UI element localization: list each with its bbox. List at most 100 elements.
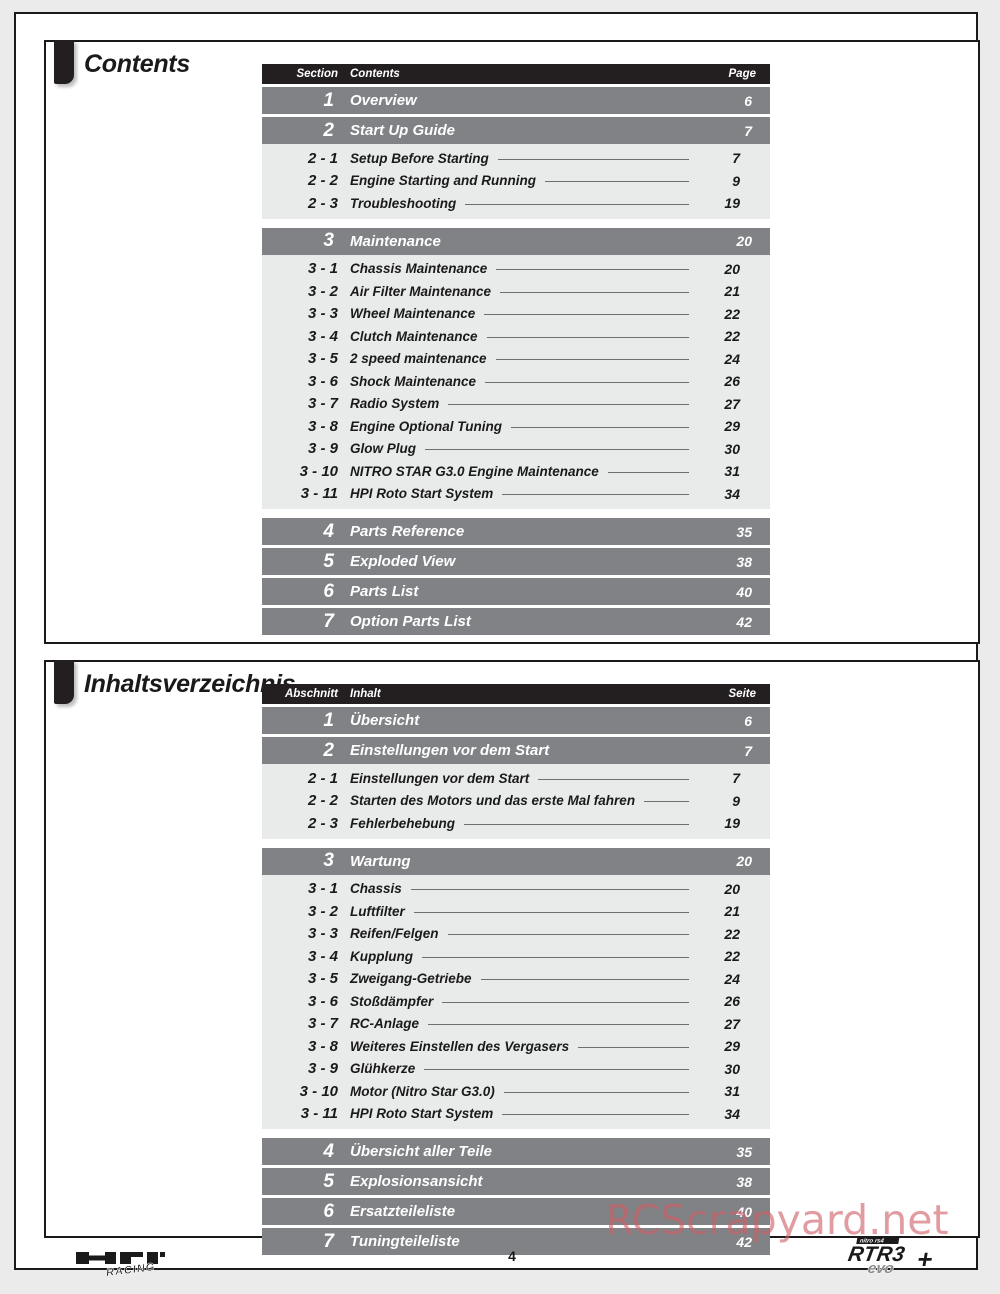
- toc-row-title-text: Troubleshooting: [350, 195, 457, 211]
- section-tab-marker-icon: [54, 40, 74, 84]
- toc-row-title: RC-Anlage: [348, 1016, 698, 1031]
- toc-subsection-row[interactable]: 3 - 1 Chassis Maintenance 20: [262, 258, 770, 281]
- toc-subsection-row[interactable]: 3 - 11 HPI Roto Start System 34: [262, 483, 770, 506]
- toc-row-section-number: 2 - 3: [307, 194, 338, 212]
- toc-subsection-row[interactable]: 3 - 10 NITRO STAR G3.0 Engine Maintenance…: [262, 460, 770, 483]
- toc-subsection-row[interactable]: 3 - 11 HPI Roto Start System 34: [262, 1103, 770, 1126]
- toc-row-title-text: 2 speed maintenance: [350, 351, 487, 367]
- toc-subsection-row[interactable]: 3 - 5 Zweigang-Getriebe 24: [262, 968, 770, 991]
- toc-row-title: Übersicht: [348, 712, 698, 729]
- toc-row-page-number: 7: [744, 742, 752, 759]
- toc-subsection-row[interactable]: 3 - 9 Glühkerze 30: [262, 1058, 770, 1081]
- toc-row-page-number: 6: [744, 712, 752, 729]
- toc-subsection-row[interactable]: 2 - 2 Starten des Motors und das erste Ma…: [262, 790, 770, 813]
- toc-leader-line: [486, 336, 689, 338]
- toc-subsection-row[interactable]: 2 - 1 Einstellungen vor dem Start 7: [262, 767, 770, 790]
- toc-row-section-number: 3 - 8: [307, 417, 338, 435]
- toc-section-row[interactable]: 2 Start Up Guide 7: [262, 117, 770, 144]
- toc-subsection-row[interactable]: 3 - 8 Engine Optional Tuning 29: [262, 415, 770, 438]
- toc-subsection-row[interactable]: 3 - 5 2 speed maintenance 24: [262, 348, 770, 371]
- toc-subsection-row[interactable]: 2 - 2 Engine Starting and Running 9: [262, 170, 770, 193]
- toc-section-row[interactable]: 3 Maintenance 20: [262, 227, 770, 255]
- toc-row-section-number: 3: [323, 230, 334, 251]
- toc-row-section-number: 2: [323, 739, 334, 761]
- toc-row-page-number: 35: [736, 523, 752, 540]
- toc-row-title: Glühkerze: [348, 1061, 698, 1076]
- toc-leader-line: [538, 778, 689, 780]
- toc-row-title-text: Motor (Nitro Star G3.0): [350, 1083, 495, 1099]
- toc-section-row[interactable]: 7 Option Parts List 42: [262, 608, 770, 635]
- toc-subsection-row[interactable]: 2 - 3 Fehlerbehebung 19: [262, 812, 770, 835]
- toc-row-title: Setup Before Starting: [348, 151, 698, 166]
- toc-row-section-number: 3 - 4: [307, 947, 338, 965]
- toc-subsection-row[interactable]: 3 - 6 Stoßdämpfer 26: [262, 990, 770, 1013]
- toc-row-title-text: Wheel Maintenance: [350, 306, 476, 322]
- toc-row-page-number: 34: [724, 1105, 740, 1122]
- toc-section-row[interactable]: 6 Parts List 40: [262, 578, 770, 605]
- toc-header-contents: Contents: [348, 68, 698, 80]
- toc-row-title: Maintenance: [348, 233, 698, 250]
- toc-row-section-number: 3: [323, 850, 334, 871]
- toc-row-section-number: 2 - 2: [307, 792, 338, 810]
- toc-subsection-row[interactable]: 2 - 1 Setup Before Starting 7: [262, 147, 770, 170]
- toc-row-title-text: Luftfilter: [350, 903, 405, 919]
- toc-subsection-row[interactable]: 3 - 10 Motor (Nitro Star G3.0) 31: [262, 1080, 770, 1103]
- toc-row-section-number: 3 - 9: [307, 440, 338, 458]
- toc-row-title: Shock Maintenance: [348, 374, 698, 389]
- toc-leader-line: [497, 158, 689, 160]
- toc-section-row[interactable]: 4 Parts Reference 35: [262, 518, 770, 545]
- toc-row-section-number: 7: [323, 610, 334, 632]
- toc-row-title: Radio System: [348, 396, 698, 411]
- toc-subsection-row[interactable]: 3 - 3 Wheel Maintenance 22: [262, 303, 770, 326]
- toc-row-title-text: Zweigang-Getriebe: [350, 971, 472, 987]
- toc-row-section-number: 2: [323, 119, 334, 141]
- toc-subsection-row[interactable]: 2 - 3 Troubleshooting 19: [262, 192, 770, 215]
- toc-row-page-number: 20: [736, 853, 752, 869]
- toc-row-page-number: 29: [724, 418, 740, 435]
- toc-subsection-row[interactable]: 3 - 8 Weiteres Einstellen des Vergasers 29: [262, 1035, 770, 1058]
- toc-leader-line: [607, 471, 689, 473]
- toc-row-title: Parts List: [348, 583, 698, 600]
- toc-row-title-text: Engine Starting and Running: [350, 173, 536, 189]
- toc-header-contents-label: Inhalt: [350, 688, 381, 700]
- contents-panel-english: Contents Section Contents Page 1 Overview 6 2 S…: [44, 40, 980, 644]
- toc-section-row[interactable]: 1 Übersicht 6: [262, 707, 770, 734]
- toc-subsection-row[interactable]: 3 - 6 Shock Maintenance 26: [262, 370, 770, 393]
- toc-subsection-row[interactable]: 3 - 4 Kupplung 22: [262, 945, 770, 968]
- toc-leader-line: [644, 801, 689, 803]
- toc-row-section-number: 3 - 9: [307, 1060, 338, 1078]
- toc-subsection-row[interactable]: 3 - 2 Luftfilter 21: [262, 900, 770, 923]
- toc-subsection-row[interactable]: 3 - 7 RC-Anlage 27: [262, 1013, 770, 1036]
- toc-section-row[interactable]: 2 Einstellungen vor dem Start 7: [262, 737, 770, 764]
- toc-subsection-row[interactable]: 3 - 7 Radio System 27: [262, 393, 770, 416]
- toc-leader-line: [511, 426, 689, 428]
- toc-header-page: Page: [728, 68, 757, 80]
- page-footer: RACING 4 nitro rs4 RTR3 evo +: [44, 1236, 980, 1282]
- toc-subsection-row[interactable]: 3 - 3 Reifen/Felgen 22: [262, 923, 770, 946]
- toc-section-row[interactable]: 6 Ersatzteileliste 40: [262, 1198, 770, 1225]
- toc-row-section-number: 6: [323, 580, 334, 602]
- toc-row-title: Einstellungen vor dem Start: [348, 742, 698, 759]
- section-tab-marker-icon: [54, 660, 74, 704]
- toc-row-page-number: 9: [732, 792, 740, 809]
- toc-section-row[interactable]: 3 Wartung 20: [262, 847, 770, 875]
- toc-row-page-number: 7: [732, 150, 740, 167]
- toc-row-title: Luftfilter: [348, 904, 698, 919]
- toc-row-title-text: Übersicht aller Teile: [350, 1143, 493, 1160]
- toc-section-row[interactable]: 1 Overview 6: [262, 87, 770, 114]
- toc-subsection-row[interactable]: 3 - 9 Glow Plug 30: [262, 438, 770, 461]
- toc-subsection-row[interactable]: 3 - 2 Air Filter Maintenance 21: [262, 280, 770, 303]
- toc-section-row[interactable]: 5 Explosionsansicht 38: [262, 1168, 770, 1195]
- toc-section-row[interactable]: 4 Übersicht aller Teile 35: [262, 1138, 770, 1165]
- toc-row-page-number: 22: [724, 305, 740, 322]
- toc-row-section-number: 3 - 5: [307, 350, 338, 368]
- toc-row-page-number: 7: [732, 770, 740, 787]
- toc-row-page-number: 27: [724, 1015, 740, 1032]
- toc-leader-line: [425, 449, 689, 451]
- contents-panel-german: Inhaltsverzeichnis Abschnitt Inhalt Seite 1…: [44, 660, 980, 1255]
- toc-subsection-row[interactable]: 3 - 4 Clutch Maintenance 22: [262, 325, 770, 348]
- toc-row-title: Starten des Motors und das erste Mal fah…: [348, 793, 698, 808]
- toc-subsection-row[interactable]: 3 - 1 Chassis 20: [262, 878, 770, 901]
- toc-row-section-number: 3 - 7: [307, 1015, 338, 1033]
- toc-section-row[interactable]: 5 Exploded View 38: [262, 548, 770, 575]
